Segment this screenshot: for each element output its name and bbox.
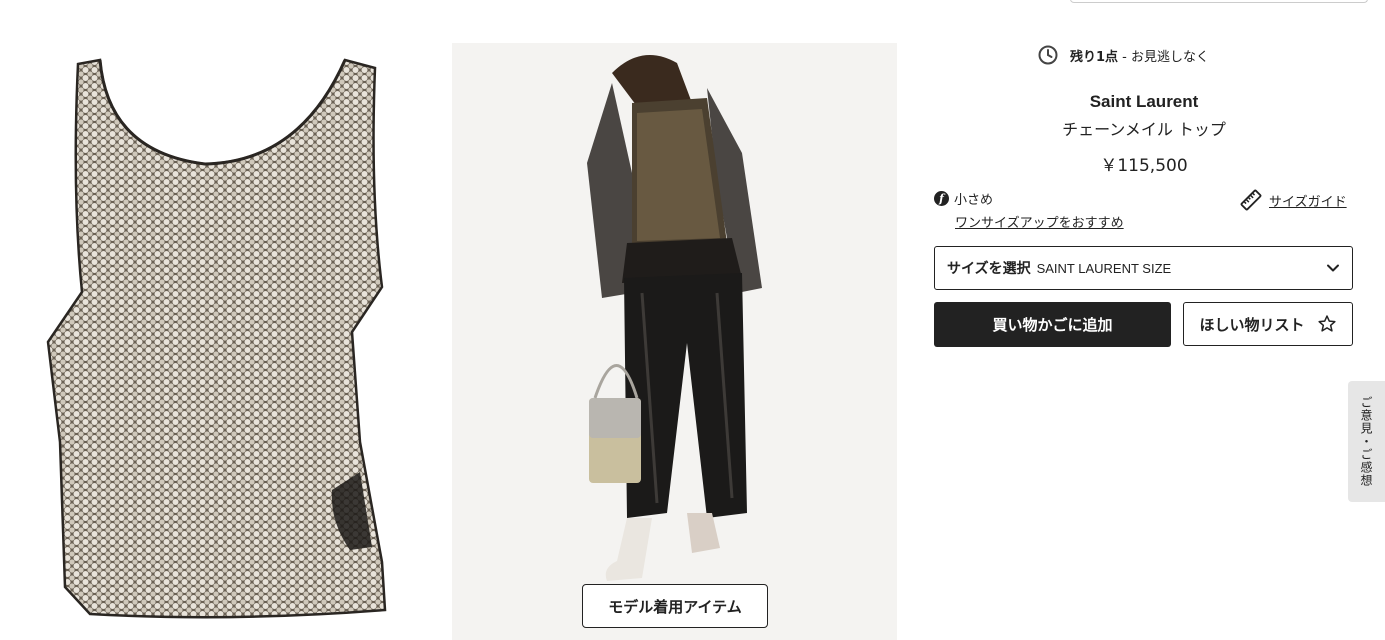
ruler-icon [1240,189,1262,211]
model-photo [452,43,897,640]
fit-info: f 小さめ [934,189,994,208]
size-guide-label: サイズガイド [1269,194,1347,210]
size-select-label: サイズを選択 [947,261,1031,277]
feedback-label: ご意見・ご感想 [1359,396,1373,487]
fit-recommendation-link[interactable]: ワンサイズアップをおすすめ [955,212,1124,231]
top-dropdown-edge[interactable] [1070,0,1368,3]
wishlist-button[interactable]: ほしい物リスト [1183,302,1353,346]
size-select[interactable]: サイズを選択 SAINT LAURENT SIZE [934,246,1353,290]
product-title: チェーンメイル トップ [1062,120,1226,139]
brand-name[interactable]: Saint Laurent [935,92,1353,112]
fit-label: 小さめ [954,192,994,208]
stock-notice: 残り1点 - お見逃しなく [1038,44,1209,66]
star-icon [1317,315,1336,332]
product-image-main[interactable] [0,42,440,640]
clock-icon [1038,45,1058,65]
stock-count: 残り1点 [1070,49,1119,65]
product-price: ￥115,500 [1100,156,1188,176]
chevron-down-icon [1327,264,1339,272]
chainmail-tank-image [46,58,387,619]
size-guide-link[interactable]: サイズガイド [1240,189,1347,211]
size-select-value: SAINT LAURENT SIZE [1036,260,1172,276]
model-item-button[interactable]: モデル着用アイテム [582,584,768,628]
add-to-cart-button[interactable]: 買い物かごに追加 [934,302,1171,347]
wishlist-label: ほしい物リスト [1199,315,1305,334]
fit-info-icon: f [934,190,949,206]
product-image-model[interactable] [452,43,897,640]
stock-message: - お見逃しなく [1118,49,1210,65]
feedback-tab[interactable]: ご意見・ご感想 [1348,381,1385,502]
